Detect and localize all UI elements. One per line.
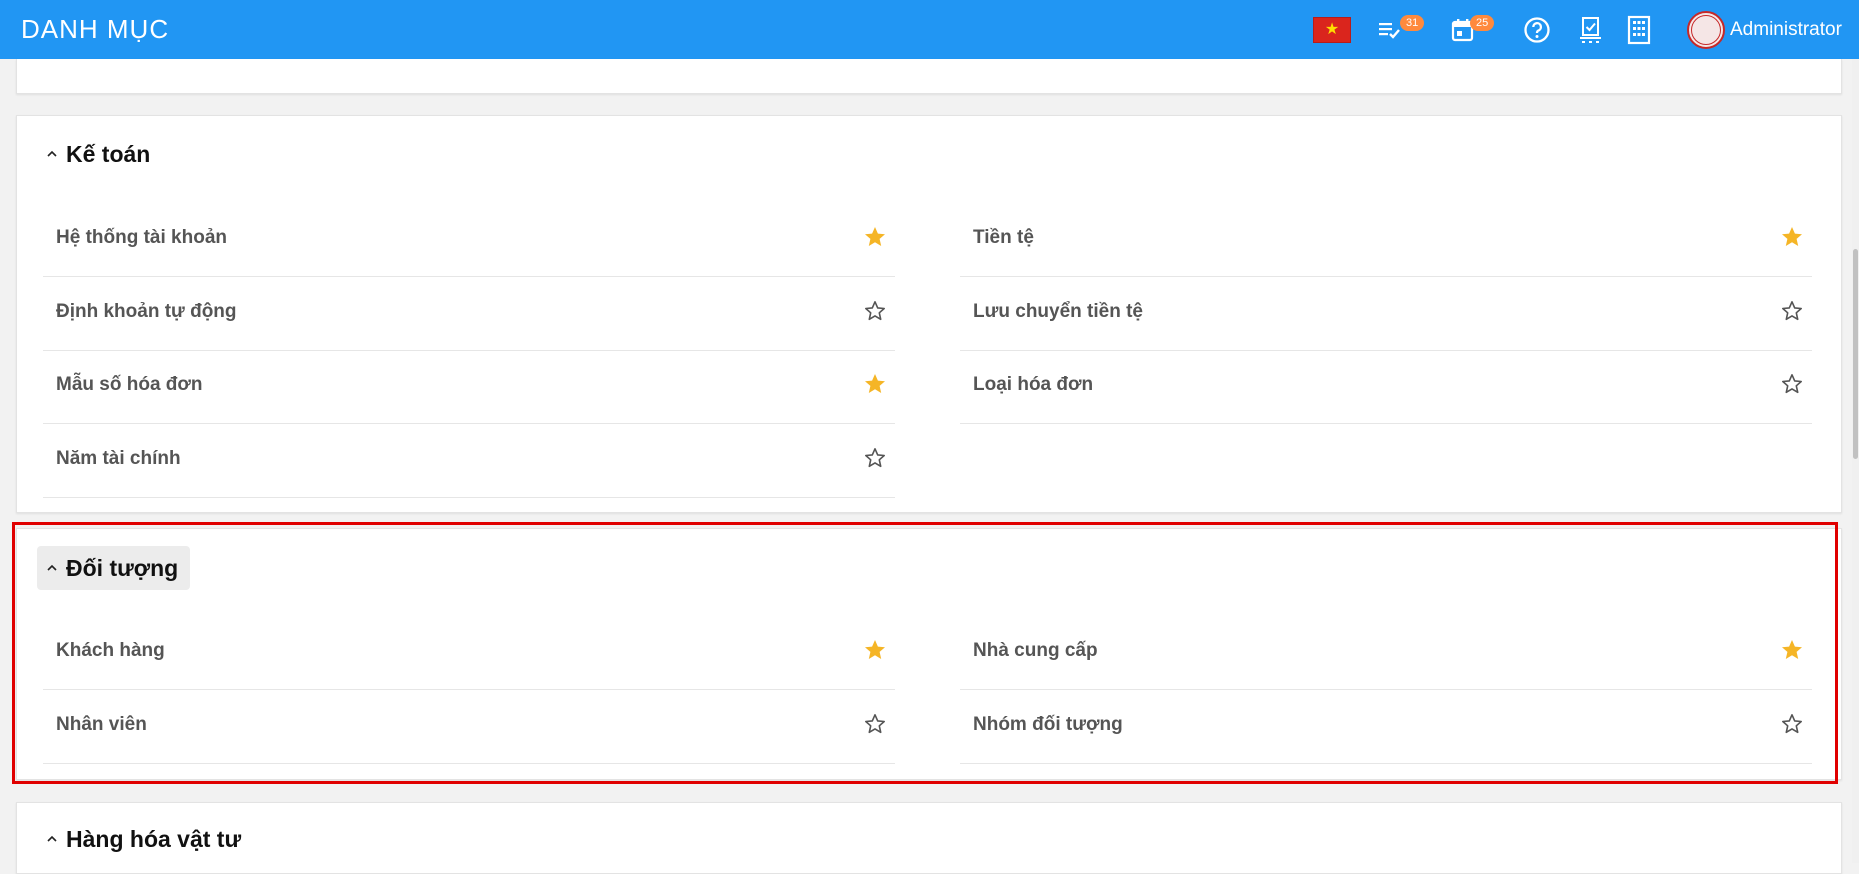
list-item[interactable]: Loại hóa đơn [960,349,1812,424]
star-filled-icon[interactable] [863,225,887,249]
item-label: Mẫu số hóa đơn [56,374,203,395]
previous-section-card [16,59,1842,94]
item-label: Loại hóa đơn [973,374,1094,395]
help-icon [1524,16,1550,43]
chevron-up-icon [47,150,57,157]
chevron-up-icon [47,835,57,842]
item-label: Tiền tệ [973,227,1034,248]
top-bar: DANH MỤC ★ 31 25 Administrator [0,0,1859,59]
item-label: Nhà cung cấp [973,640,1098,661]
star-filled-icon[interactable] [1780,638,1804,662]
star-filled-icon[interactable] [1780,225,1804,249]
star-filled-icon[interactable] [863,638,887,662]
approval-button[interactable] [1576,0,1606,59]
accounting-section-header[interactable]: Kế toán [37,132,162,176]
tasks-badge: 31 [1400,15,1425,31]
goods-section-header[interactable]: Hàng hóa vật tư [37,817,253,861]
approval-icon [1580,16,1601,43]
list-item[interactable]: Năm tài chính [43,423,895,498]
tasks-button[interactable]: 31 [1376,0,1425,59]
user-name[interactable]: Administrator [1730,19,1842,41]
list-item[interactable]: Mẫu số hóa đơn [43,349,895,424]
scrollbar[interactable] [1852,59,1859,863]
star-outline-icon[interactable] [1780,712,1804,736]
accounting-section-card: Kế toán Hệ thống tài khoản Tiền tệ Định … [16,115,1842,513]
star-outline-icon[interactable] [1780,372,1804,396]
goods-section-card: Hàng hóa vật tư [16,802,1842,874]
list-item[interactable]: Hệ thống tài khoản [43,202,895,277]
objects-section-card: Đối tượng Khách hàng Nhà cung cấp Nhân v… [16,528,1842,780]
star-outline-icon[interactable] [1780,299,1804,323]
scrollbar-thumb[interactable] [1853,249,1858,459]
help-button[interactable] [1522,0,1552,59]
section-title: Hàng hóa vật tư [66,825,242,852]
item-label: Nhân viên [56,714,147,735]
star-outline-icon[interactable] [863,712,887,736]
vietnam-flag-icon: ★ [1313,16,1351,43]
list-item[interactable]: Tiền tệ [960,202,1812,277]
star-filled-icon[interactable] [863,372,887,396]
star-outline-icon[interactable] [863,299,887,323]
building-icon [1627,15,1651,44]
item-label: Nhóm đối tượng [973,714,1123,735]
item-label: Định khoản tự động [56,301,237,322]
list-item[interactable]: Nhân viên [43,689,895,764]
language-selector[interactable]: ★ [1313,0,1351,59]
item-label: Khách hàng [56,640,165,661]
item-label: Hệ thống tài khoản [56,227,227,248]
star-outline-icon[interactable] [863,446,887,470]
section-title: Kế toán [66,140,151,167]
calendar-button[interactable]: 25 [1448,0,1495,59]
item-label: Lưu chuyển tiền tệ [973,301,1143,322]
section-title: Đối tượng [66,554,179,581]
list-item[interactable]: Nhóm đối tượng [960,689,1812,764]
item-label: Năm tài chính [56,448,181,469]
stamp-avatar-icon[interactable] [1687,11,1725,49]
calendar-badge: 25 [1470,15,1495,31]
chevron-up-icon [47,564,57,571]
list-item[interactable]: Định khoản tự động [43,276,895,351]
objects-section-header[interactable]: Đối tượng [37,546,191,590]
page-title: DANH MỤC [21,14,170,44]
list-item[interactable]: Lưu chuyển tiền tệ [960,276,1812,351]
list-item[interactable]: Nhà cung cấp [960,615,1812,690]
company-button[interactable] [1624,0,1654,59]
list-item[interactable]: Khách hàng [43,615,895,690]
